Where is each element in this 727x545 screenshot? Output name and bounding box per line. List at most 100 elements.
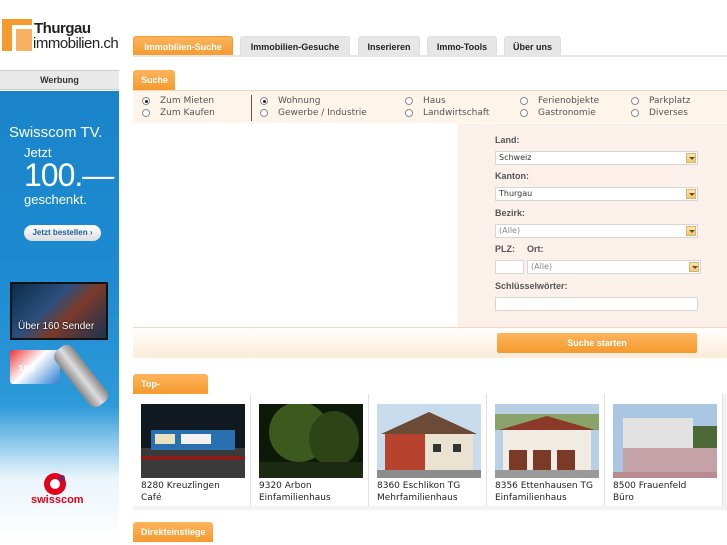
land-select[interactable]: Schweiz — [495, 151, 698, 165]
top-offers: 8280 Kreuzlingen Café 9320 Arbon Einfami… — [133, 394, 727, 506]
tab-immobilien-gesuche[interactable]: Immobilien-Gesuche — [240, 36, 350, 56]
radio-unchecked-icon — [631, 97, 639, 105]
offer-type: Café — [141, 493, 162, 503]
offer-type: Büro — [613, 493, 634, 503]
radio-unchecked-icon — [142, 109, 150, 117]
ad-card-image: 100 — [10, 350, 60, 384]
radio-unchecked-icon — [520, 97, 528, 105]
offer-location: 8500 Frauenfeld — [613, 481, 687, 491]
radio-label: Gewerbe / Industrie — [278, 108, 367, 118]
radio-label: Wohnung — [278, 96, 321, 106]
land-value: Schweiz — [499, 153, 532, 162]
radio-diverses[interactable]: Diverses — [631, 108, 688, 118]
plz-label: PLZ: — [495, 244, 515, 254]
top-offers-header: Top-Angebote — [133, 374, 208, 409]
ort-label: Ort: — [527, 244, 544, 254]
ad-order-button[interactable]: Jetzt bestellen › — [24, 225, 101, 241]
ad-amount: 100.— — [24, 157, 114, 193]
ad-banner[interactable]: Swisscom TV. Jetzt 100.— geschenkt. Jetz… — [0, 91, 119, 541]
radio-kaufen[interactable]: Zum Kaufen — [142, 108, 215, 118]
tab-immobilien-suche[interactable]: Immobilien-Suche — [133, 36, 233, 56]
chevron-down-icon — [689, 262, 699, 272]
radio-label: Ferienobjekte — [538, 96, 600, 106]
chevron-down-icon — [686, 226, 696, 236]
radio-unchecked-icon — [260, 109, 268, 117]
direct-header: Direkteinstiege — [133, 522, 213, 542]
radio-unchecked-icon — [631, 109, 639, 117]
offer-card[interactable]: 8500 Frauenfeld Büro — [605, 394, 723, 506]
plz-input[interactable] — [495, 260, 524, 274]
tab-ueber-uns[interactable]: Über uns — [504, 36, 561, 56]
ad-tv-text: Swisscom TV. — [9, 124, 103, 141]
logo-mark-icon — [2, 19, 32, 51]
bezirk-select[interactable]: (Alle) — [495, 224, 698, 238]
search-submit-button[interactable]: Suche starten — [497, 333, 697, 353]
chevron-down-icon — [686, 189, 696, 199]
offer-photo-image — [613, 404, 717, 478]
offer-card[interactable]: 8280 Kreuzlingen Café — [133, 394, 251, 506]
logo-line2: immobilien.ch — [33, 35, 119, 52]
offer-photo-image — [141, 404, 245, 478]
offers-footer — [133, 506, 727, 510]
land-label: Land: — [495, 135, 520, 145]
radio-gastronomie[interactable]: Gastronomie — [520, 108, 596, 118]
offer-photo-image — [377, 404, 481, 478]
bezirk-value: (Alle) — [499, 226, 521, 235]
nav-divider — [133, 55, 727, 57]
tab-immo-tools[interactable]: Immo-Tools — [427, 36, 497, 56]
kanton-value: Thurgau — [499, 189, 533, 198]
radio-parkplatz[interactable]: Parkplatz — [631, 96, 690, 106]
keywords-input[interactable] — [495, 297, 698, 311]
ort-value: (Alle) — [531, 262, 553, 271]
radio-label: Parkplatz — [649, 96, 691, 106]
chevron-down-icon — [686, 153, 696, 163]
offer-card[interactable]: 8356 Ettenhausen TG Einfamilienhaus — [487, 394, 605, 506]
radio-unchecked-icon — [405, 97, 413, 105]
radio-ferienobjekte[interactable]: Ferienobjekte — [520, 96, 599, 106]
offer-type: Einfamilienhaus — [259, 493, 331, 503]
radio-checked-icon — [142, 97, 150, 105]
radio-gewerbe[interactable]: Gewerbe / Industrie — [260, 108, 367, 118]
offer-location: 8360 Eschlikon TG — [377, 481, 461, 491]
radio-wohnung[interactable]: Wohnung — [260, 96, 320, 106]
radio-label: Gastronomie — [538, 108, 596, 118]
radio-checked-icon — [260, 97, 268, 105]
page: Thurgau immobilien.ch Werbung Swisscom T… — [0, 0, 727, 545]
offer-location: 8356 Ettenhausen TG — [495, 481, 593, 491]
ad-label: Werbung — [0, 70, 119, 90]
ort-select[interactable]: (Alle) — [527, 260, 701, 274]
radio-landwirtschaft[interactable]: Landwirtschaft — [405, 108, 489, 118]
offer-location: 9320 Arbon — [259, 481, 312, 491]
offer-type: Mehrfamilienhaus — [377, 493, 458, 503]
search-header: Suche — [133, 70, 175, 90]
ad-geschenkt-text: geschenkt. — [24, 192, 87, 207]
ad-sender-text: Über 160 Sender — [18, 321, 95, 332]
offer-card[interactable]: 9320 Arbon Einfamilienhaus — [251, 394, 369, 506]
radio-label: Haus — [423, 96, 446, 106]
offer-photo-image — [495, 404, 599, 478]
tab-inserieren[interactable]: Inserieren — [358, 36, 420, 56]
site-logo[interactable]: Thurgau immobilien.ch — [0, 0, 119, 70]
radio-separator — [251, 95, 252, 121]
offer-card[interactable]: 8360 Eschlikon TG Mehrfamilienhaus — [369, 394, 487, 506]
radio-unchecked-icon — [405, 109, 413, 117]
search-form: Land: Schweiz Kanton: Thurgau Bezirk: (A… — [458, 124, 727, 327]
kanton-select[interactable]: Thurgau — [495, 187, 698, 201]
bezirk-label: Bezirk: — [495, 208, 526, 218]
radio-label: Landwirtschaft — [423, 108, 490, 118]
offer-photo-image — [259, 404, 363, 478]
radio-label: Diverses — [649, 108, 688, 118]
radio-unchecked-icon — [520, 109, 528, 117]
radio-mieten[interactable]: Zum Mieten — [142, 96, 214, 106]
map-area[interactable] — [133, 124, 458, 327]
ad-card-text: 100 — [18, 364, 35, 373]
keywords-label: Schlüsselwörter: — [495, 281, 568, 291]
offer-type: Einfamilienhaus — [495, 493, 567, 503]
radio-label: Zum Mieten — [160, 96, 215, 106]
radio-haus[interactable]: Haus — [405, 96, 446, 106]
kanton-label: Kanton: — [495, 171, 529, 181]
offer-location: 8280 Kreuzlingen — [141, 481, 220, 491]
search-options: Zum Mieten Zum Kaufen Wohnung Gewerbe / … — [133, 90, 727, 123]
radio-label: Zum Kaufen — [160, 108, 215, 118]
ad-brand-text: swisscom — [31, 494, 84, 506]
